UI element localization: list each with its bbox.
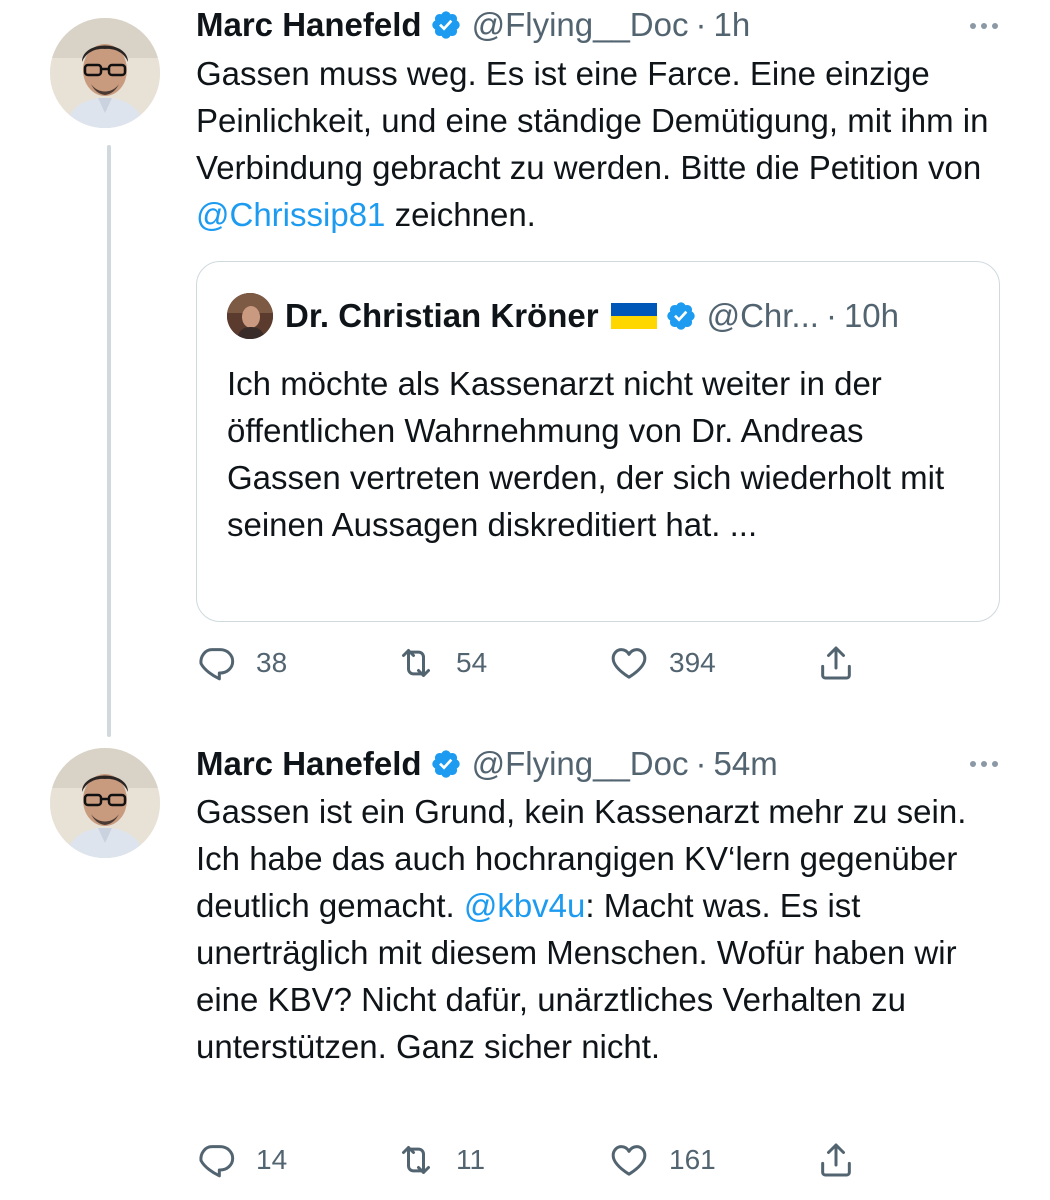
like-button[interactable]: 161 xyxy=(609,1138,716,1182)
separator-dot: · xyxy=(825,297,837,334)
quoted-author-avatar xyxy=(227,293,273,339)
retweet-button[interactable]: 54 xyxy=(396,641,487,685)
author-handle[interactable]: @Flying__Doc xyxy=(472,745,689,783)
quoted-tweet-time[interactable]: 10h xyxy=(844,297,899,335)
heart-icon xyxy=(609,643,649,683)
like-button[interactable]: 394 xyxy=(609,641,716,685)
mention-link[interactable]: @kbv4u xyxy=(464,887,586,924)
quoted-tweet-header: Dr. Christian Kröner @Chr... · 10h xyxy=(227,293,899,339)
reply-icon xyxy=(196,1140,236,1180)
profile-photo-icon xyxy=(50,748,160,858)
author-name[interactable]: Marc Hanefeld xyxy=(196,6,422,44)
reply-button[interactable]: 38 xyxy=(196,641,287,685)
author-handle[interactable]: @Flying__Doc xyxy=(472,6,689,44)
verified-badge-icon xyxy=(430,748,462,780)
tweet-text: Gassen ist ein Grund, kein Kassenarzt me… xyxy=(196,788,1006,1070)
share-button[interactable] xyxy=(816,1138,856,1182)
quoted-tweet[interactable]: Dr. Christian Kröner @Chr... · 10h Ich m… xyxy=(196,261,1000,622)
more-options-button[interactable] xyxy=(970,742,998,786)
heart-icon xyxy=(609,1140,649,1180)
retweet-icon xyxy=(396,1140,436,1180)
more-dots-icon xyxy=(992,23,998,29)
more-dots-icon xyxy=(970,23,976,29)
reply-button[interactable]: 14 xyxy=(196,1138,287,1182)
tweet-header: Marc Hanefeld @Flying__Doc · 1h xyxy=(196,3,750,47)
tweet-text-part: zeichnen. xyxy=(385,196,536,233)
more-dots-icon xyxy=(981,23,987,29)
mention-link[interactable]: @Chrissip81 xyxy=(196,196,385,233)
tweet-header: Marc Hanefeld @Flying__Doc · 54m xyxy=(196,742,778,786)
tweet-time[interactable]: 54m xyxy=(714,745,778,783)
more-dots-icon xyxy=(992,761,998,767)
more-dots-icon xyxy=(970,761,976,767)
author-name[interactable]: Marc Hanefeld xyxy=(196,745,422,783)
quoted-tweet-text: Ich möchte als Kassenarzt nicht weiter i… xyxy=(227,365,945,543)
share-icon xyxy=(816,1140,856,1180)
share-icon xyxy=(816,643,856,683)
separator-dot: · xyxy=(695,6,707,43)
tweet-1[interactable]: Marc Hanefeld @Flying__Doc · 1h Gassen m… xyxy=(0,0,1050,720)
tweet-actions: 38 54 394 xyxy=(196,641,896,685)
retweet-button[interactable]: 11 xyxy=(396,1138,485,1182)
retweet-count: 54 xyxy=(456,647,488,678)
separator-dot: · xyxy=(695,745,707,782)
verified-badge-icon xyxy=(665,300,697,332)
quoted-profile-photo-icon xyxy=(227,293,273,339)
reply-icon xyxy=(196,643,236,683)
more-options-button[interactable] xyxy=(970,4,998,48)
retweet-count: 11 xyxy=(456,1144,486,1175)
profile-photo-icon xyxy=(50,18,160,128)
tweet-time[interactable]: 1h xyxy=(714,6,751,44)
quoted-author-name[interactable]: Dr. Christian Kröner xyxy=(285,297,599,335)
quoted-author-handle[interactable]: @Chr... xyxy=(707,297,819,335)
reply-count: 38 xyxy=(256,647,288,678)
tweet-2[interactable]: Marc Hanefeld @Flying__Doc · 54m Gassen … xyxy=(0,740,1050,1200)
ukraine-flag-icon xyxy=(610,303,657,329)
reply-count: 14 xyxy=(256,1144,288,1175)
tweet-actions: 14 11 161 xyxy=(196,1138,896,1182)
avatar[interactable] xyxy=(50,748,160,858)
like-count: 161 xyxy=(669,1144,716,1175)
like-count: 394 xyxy=(669,647,716,678)
avatar[interactable] xyxy=(50,18,160,128)
tweet-text: Gassen muss weg. Es ist eine Farce. Eine… xyxy=(196,50,1006,238)
more-dots-icon xyxy=(981,761,987,767)
share-button[interactable] xyxy=(816,641,856,685)
tweet-text-part: Gassen muss weg. Es ist eine Farce. Eine… xyxy=(196,55,989,186)
retweet-icon xyxy=(396,643,436,683)
verified-badge-icon xyxy=(430,9,462,41)
